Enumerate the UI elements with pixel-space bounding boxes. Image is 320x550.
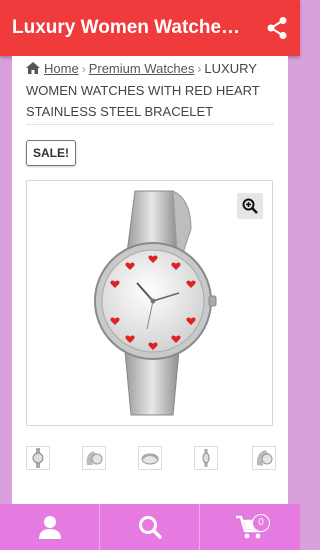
thumbnail[interactable] <box>26 446 50 470</box>
zoom-icon <box>242 198 258 214</box>
product-page: Home › Premium Watches › LUXURY WOMEN WATCHE… <box>12 56 288 504</box>
search-button[interactable] <box>100 504 199 550</box>
search-icon <box>138 516 162 539</box>
thumbnail-strip <box>26 446 276 470</box>
cart-button[interactable] <box>200 504 299 550</box>
thumbnail[interactable] <box>194 446 218 470</box>
sale-badge: SALE! <box>26 140 76 166</box>
bottom-nav: 0 <box>0 504 300 550</box>
home-icon <box>26 62 40 74</box>
breadcrumb-home-link[interactable]: Home <box>44 61 79 76</box>
breadcrumb: Home › Premium Watches › LUXURY WOMEN WATCHE… <box>26 58 282 122</box>
breadcrumb-category-link[interactable]: Premium Watches <box>89 61 195 76</box>
chevron-right-icon: › <box>81 62 86 76</box>
user-icon <box>38 516 61 539</box>
product-image-gallery[interactable] <box>26 180 273 426</box>
page-title: Luxury Women Watches With Red Heart Stai… <box>12 17 250 38</box>
thumbnail[interactable] <box>82 446 106 470</box>
app-bar: Luxury Women Watches With Red Heart Stai… <box>0 0 300 56</box>
account-button[interactable] <box>0 504 99 550</box>
zoom-button[interactable] <box>237 193 263 219</box>
thumbnail[interactable] <box>252 446 276 470</box>
thumbnail[interactable] <box>138 446 162 470</box>
cart-count-badge: 0 <box>252 514 270 532</box>
product-image <box>94 190 217 416</box>
divider <box>26 124 274 125</box>
share-icon[interactable] <box>266 16 288 40</box>
chevron-right-icon: › <box>197 62 202 76</box>
